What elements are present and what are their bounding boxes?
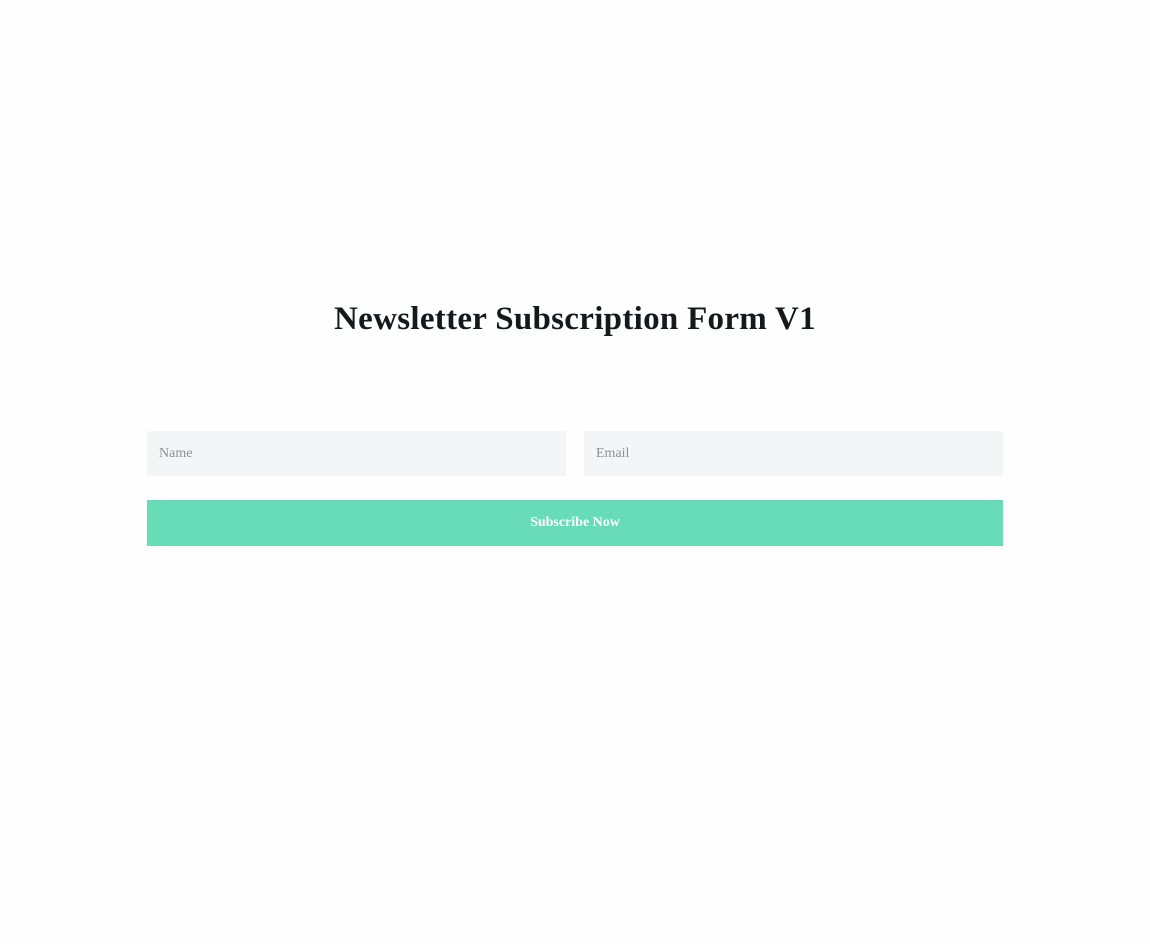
name-field[interactable] bbox=[147, 431, 566, 476]
email-field[interactable] bbox=[584, 431, 1003, 476]
subscribe-button[interactable]: Subscribe Now bbox=[147, 500, 1003, 546]
form-fields-row bbox=[147, 431, 1003, 476]
page-title: Newsletter Subscription Form V1 bbox=[334, 301, 816, 337]
